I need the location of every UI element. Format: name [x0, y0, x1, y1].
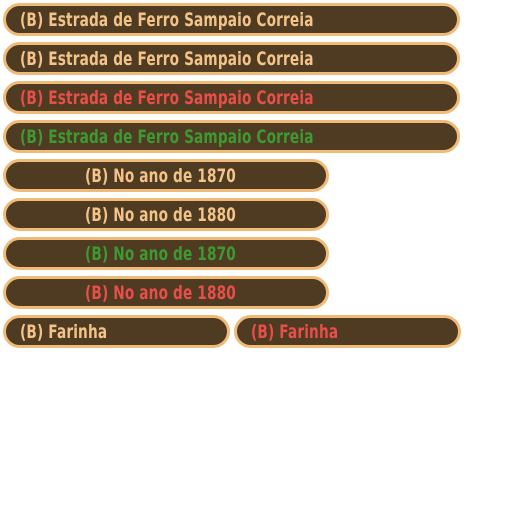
answer-label: (B) Farinha — [20, 320, 108, 343]
answer-button-1870-right[interactable]: (B) No ano de 1870 — [3, 237, 329, 270]
answer-button-farinha-wrong[interactable]: (B) Farinha — [234, 315, 461, 348]
answer-button-estrada-hover[interactable]: (B) Estrada de Ferro Sampaio Correia — [3, 42, 460, 75]
answer-label: (B) No ano de 1870 — [85, 164, 236, 187]
answer-button-sheet: (B) Estrada de Ferro Sampaio Correia (B)… — [0, 0, 512, 512]
answer-label: (B) Estrada de Ferro Sampaio Correia — [20, 47, 314, 70]
answer-button-estrada-right[interactable]: (B) Estrada de Ferro Sampaio Correia — [3, 120, 460, 153]
answer-label: (B) Estrada de Ferro Sampaio Correia — [20, 125, 314, 148]
answer-label: (B) No ano de 1880 — [85, 281, 236, 304]
answer-button-1880-normal[interactable]: (B) No ano de 1880 — [3, 198, 329, 231]
answer-button-farinha-normal[interactable]: (B) Farinha — [3, 315, 230, 348]
answer-label: (B) No ano de 1880 — [85, 203, 236, 226]
answer-label: (B) No ano de 1870 — [85, 242, 236, 265]
answer-label: (B) Estrada de Ferro Sampaio Correia — [20, 8, 314, 31]
answer-label: (B) Estrada de Ferro Sampaio Correia — [20, 86, 314, 109]
answer-button-1870-normal[interactable]: (B) No ano de 1870 — [3, 159, 329, 192]
answer-button-1880-wrong[interactable]: (B) No ano de 1880 — [3, 276, 329, 309]
answer-button-estrada-normal[interactable]: (B) Estrada de Ferro Sampaio Correia — [3, 3, 460, 36]
answer-button-estrada-wrong[interactable]: (B) Estrada de Ferro Sampaio Correia — [3, 81, 460, 114]
answer-label: (B) Farinha — [251, 320, 339, 343]
